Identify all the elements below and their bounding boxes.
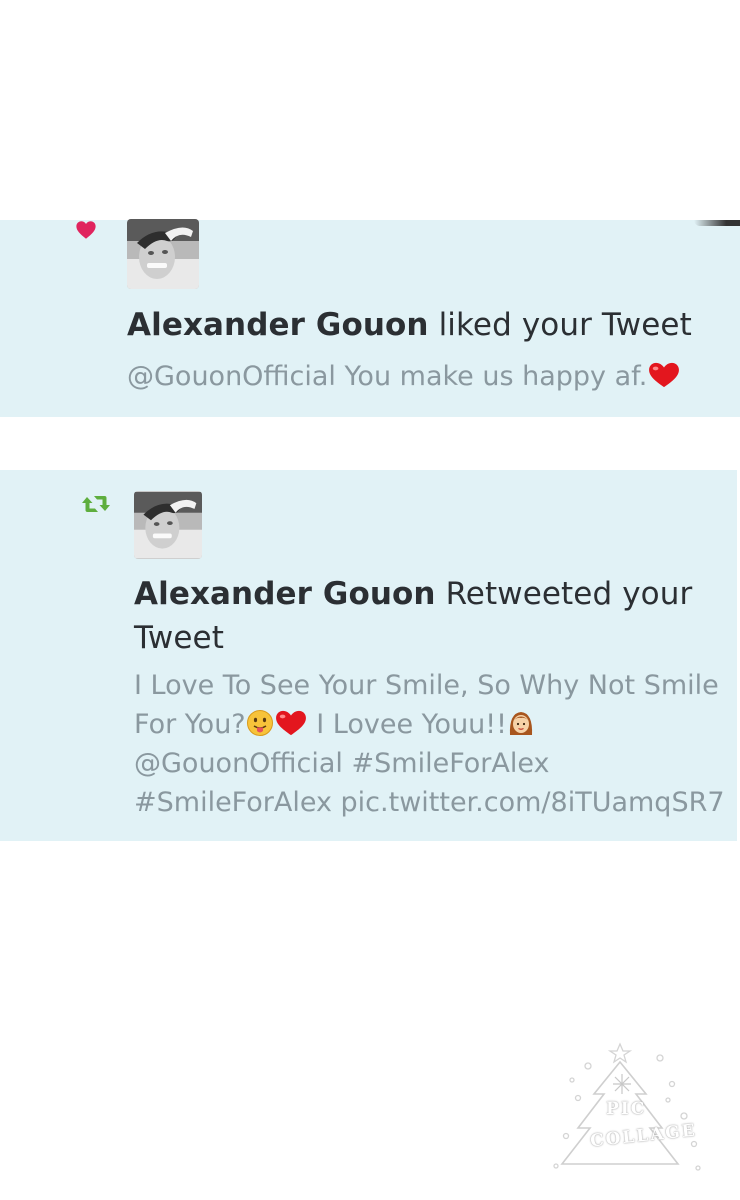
user-avatar[interactable]	[127, 219, 199, 289]
notifications-screen: Alexander Gouon liked your Tweet @GouonO…	[0, 0, 740, 1200]
action-text: liked your Tweet	[428, 307, 692, 343]
action-text-continued: Tweet	[134, 620, 224, 656]
red-heart-emoji-icon	[649, 362, 680, 388]
tweet-text-line: For You?	[134, 709, 246, 740]
user-name[interactable]: Alexander Gouon	[127, 307, 429, 343]
pic-collage-watermark: PIC COLLAGE	[548, 1036, 708, 1176]
retweeted-tweet-text[interactable]: I Love To See Your Smile, So Why Not Smi…	[134, 666, 734, 822]
heart-icon	[75, 219, 97, 241]
girl-emoji-icon	[509, 712, 533, 735]
tongue-out-face-emoji-icon	[246, 710, 273, 736]
tweet-text-line: #SmileForAlex pic.twitter.com/8iTUamqSR7	[134, 787, 725, 818]
user-name[interactable]: Alexander Gouon	[134, 576, 436, 612]
retweet-headline: Alexander Gouon Retweeted your Tweet	[134, 572, 714, 660]
retweet-icon	[81, 493, 111, 515]
tweet-text-line: I Lovee Youu!!	[307, 709, 507, 740]
like-headline: Alexander Gouon liked your Tweet	[127, 303, 727, 347]
action-text: Retweeted your	[435, 576, 693, 612]
liked-tweet-text[interactable]: @GouonOfficial You make us happy af.	[127, 357, 737, 396]
tweet-text-line: @GouonOfficial #SmileForAlex	[134, 748, 550, 779]
watermark-pic: PIC	[606, 1099, 647, 1119]
tweet-text-line: @GouonOfficial You make us happy af.	[127, 361, 648, 392]
tweet-text-line: I Love To See Your Smile, So Why Not Smi…	[134, 670, 719, 701]
user-avatar[interactable]	[134, 491, 202, 559]
red-heart-emoji-icon	[275, 710, 306, 736]
corner-shadow	[694, 220, 740, 226]
